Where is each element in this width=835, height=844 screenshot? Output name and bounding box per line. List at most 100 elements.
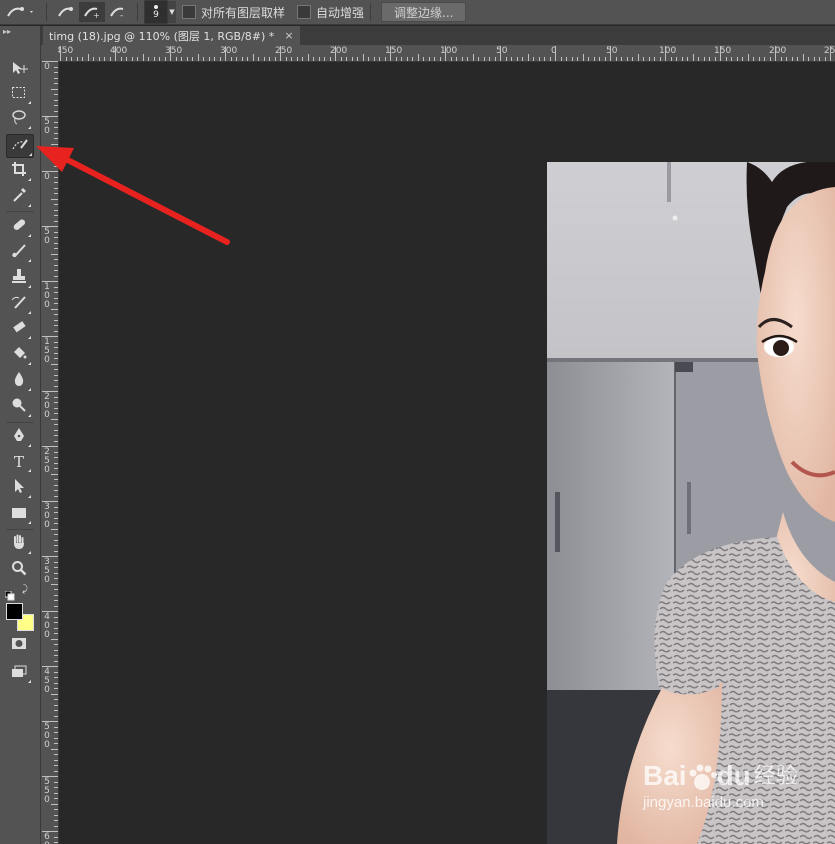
brush-size-dropdown[interactable]: ▼ [168, 1, 176, 23]
paint-bucket-tool[interactable] [6, 344, 32, 366]
ruler-corner[interactable] [41, 45, 58, 61]
ruler-tick [71, 57, 72, 61]
dodge-tool[interactable] [6, 396, 32, 418]
ruler-label: 300 [220, 46, 238, 56]
photo-image[interactable] [547, 162, 835, 844]
ruler-tick [54, 358, 58, 359]
ruler-tick [131, 57, 133, 61]
stamp-icon [11, 268, 27, 288]
rectangle-tool[interactable] [6, 503, 32, 525]
ruler-tick [258, 57, 259, 61]
ruler-tick [54, 369, 58, 370]
brush-size-picker[interactable]: 9 [144, 0, 168, 24]
history-brush-tool[interactable] [6, 293, 32, 315]
separator [137, 3, 138, 21]
swap-colors-icon[interactable]: ⤸ [22, 584, 28, 595]
ruler-tick [54, 677, 58, 678]
crop-tool[interactable] [6, 160, 32, 182]
ruler-tick [54, 820, 58, 821]
checkbox-box[interactable] [182, 5, 196, 19]
ruler-tick [54, 160, 58, 161]
eraser-tool[interactable] [6, 318, 32, 340]
document-tab[interactable]: timg (18).jpg @ 110% (图层 1, RGB/8#) * × [43, 26, 300, 45]
ruler-tick [775, 46, 776, 61]
ruler-tick [197, 54, 199, 61]
ruler-tick [329, 57, 331, 61]
ruler-tick [54, 616, 58, 618]
ruler-tick [230, 57, 232, 61]
ruler-tick [269, 57, 270, 61]
quick-mask-button[interactable] [6, 634, 32, 656]
ruler-tick [42, 776, 58, 777]
ruler-tick [54, 825, 58, 827]
ruler-tick [621, 57, 622, 61]
ruler-tick [109, 57, 111, 61]
ruler-tick [582, 54, 584, 61]
ruler-label: 50 [606, 46, 618, 56]
ruler-label: 150 [714, 46, 732, 56]
document-tab-title: timg (18).jpg @ 110% (图层 1, RGB/8#) * [49, 29, 275, 43]
ruler-tick [208, 57, 210, 61]
ruler-tick [51, 748, 58, 750]
ruler-label-digit: 0 [44, 575, 50, 585]
ruler-tick [670, 57, 672, 61]
auto-enhance-checkbox[interactable]: 自动增强 [297, 4, 364, 21]
sample-all-layers-checkbox[interactable]: 对所有图层取样 [182, 4, 285, 21]
vertical-ruler[interactable]: 050050100150200250300350400450500550600 [41, 61, 59, 844]
lasso-tool[interactable] [6, 108, 32, 130]
tool-preset-picker[interactable] [0, 2, 40, 22]
healing-brush-tool[interactable] [6, 216, 32, 238]
add-to-selection-icon[interactable]: + [79, 2, 105, 22]
dodge-icon [11, 397, 27, 417]
screen-mode-button[interactable] [6, 662, 32, 684]
blur-tool[interactable] [6, 370, 32, 392]
ruler-tick [54, 594, 58, 596]
marquee-tool[interactable] [6, 83, 32, 105]
quick-selection-tool[interactable] [6, 134, 34, 158]
ruler-tick [54, 644, 58, 645]
ruler-tick [54, 468, 58, 469]
path-selection-tool[interactable] [6, 477, 32, 499]
ruler-label-digit: 0 [44, 795, 50, 805]
ruler-tick [797, 57, 798, 61]
ruler-tick [54, 578, 58, 579]
refine-edge-button[interactable]: 调整边缘... [381, 2, 467, 22]
ruler-tick [434, 57, 435, 61]
ruler-tick [214, 57, 215, 61]
ruler-tick [687, 57, 688, 61]
ruler-label-digit: 0 [44, 300, 50, 310]
ruler-tick [538, 57, 540, 61]
ruler-tick [494, 57, 496, 61]
close-icon[interactable]: × [284, 29, 293, 42]
type-tool[interactable]: T [6, 451, 32, 473]
new-selection-icon[interactable] [53, 2, 79, 22]
checkbox-box[interactable] [297, 5, 312, 19]
ruler-tick [54, 72, 58, 73]
eyedropper-tool[interactable] [6, 186, 32, 208]
ruler-tick [54, 303, 58, 304]
ruler-tick [54, 424, 58, 425]
ruler-tick [54, 451, 58, 453]
hand-tool[interactable] [6, 533, 32, 555]
subtract-from-selection-icon[interactable]: - [105, 2, 131, 22]
move-tool[interactable] [6, 58, 32, 80]
ruler-label-digit: 0 [44, 355, 50, 365]
horizontal-ruler[interactable]: 450 400 350 300 250 200 150 100 50 0 50 … [58, 45, 835, 62]
ruler-tick [533, 57, 534, 61]
pen-tool[interactable] [6, 426, 32, 448]
paw-icon [687, 762, 717, 792]
foreground-color-swatch[interactable] [6, 603, 23, 620]
ruler-tick [54, 187, 58, 189]
ruler-tick [82, 57, 83, 61]
ruler-tick [54, 429, 58, 431]
ruler-tick [54, 193, 58, 194]
brush-tool[interactable] [6, 241, 32, 263]
ruler-tick [54, 561, 58, 563]
ruler-tick [384, 57, 386, 61]
clone-stamp-tool[interactable] [6, 267, 32, 289]
ruler-tick [604, 57, 606, 61]
ruler-tick [368, 57, 369, 61]
collapse-panel-icon[interactable]: ▸▸ [0, 26, 40, 38]
zoom-tool[interactable] [6, 559, 32, 581]
ruler-tick [351, 57, 353, 61]
